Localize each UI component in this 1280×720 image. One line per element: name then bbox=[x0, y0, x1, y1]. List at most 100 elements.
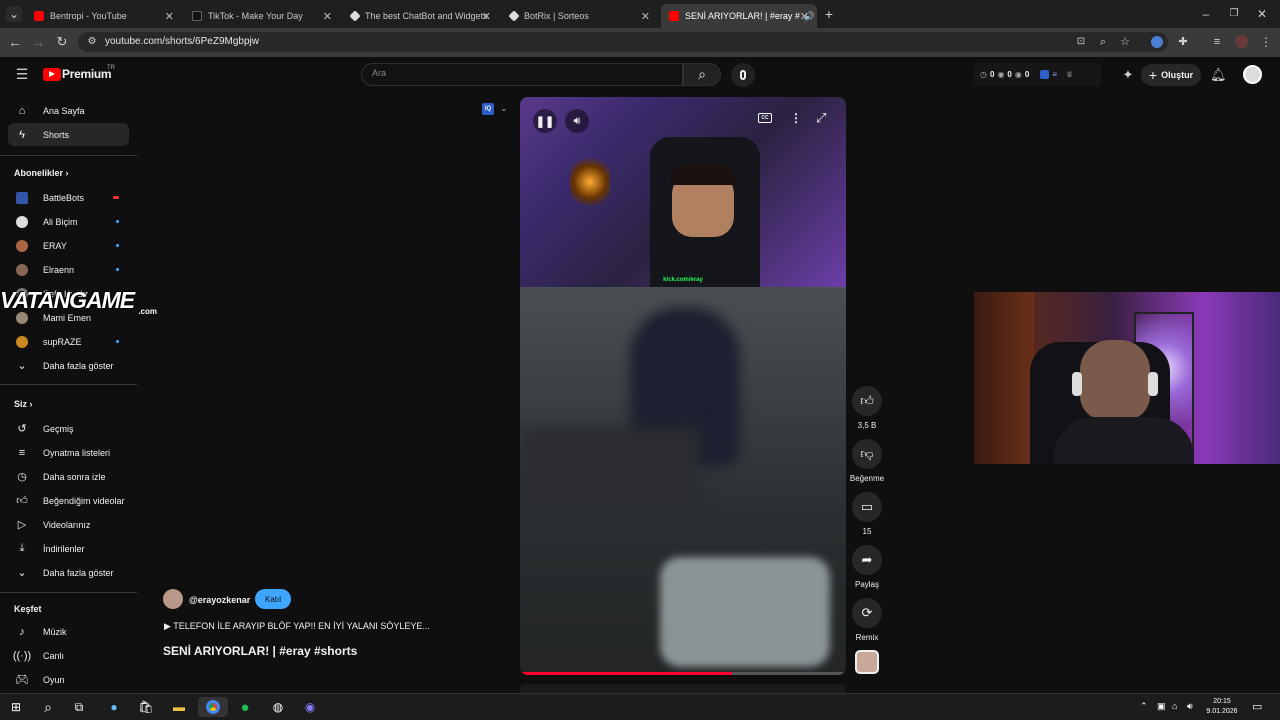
search-button[interactable]: ⌕ bbox=[683, 63, 721, 86]
bookmark-star-icon[interactable]: ☆ bbox=[1117, 34, 1133, 50]
site-info-icon[interactable]: ⚙ bbox=[84, 34, 100, 50]
list-icon[interactable]: ≡ bbox=[1052, 70, 1057, 79]
sidebar-item-music[interactable]: ♪ Müzik bbox=[8, 620, 129, 643]
discord-icon[interactable]: ◉ bbox=[300, 697, 320, 717]
like-action[interactable]: 👍︎ 3,5 B bbox=[842, 386, 892, 430]
close-icon[interactable]: ✕ bbox=[641, 10, 650, 23]
close-icon[interactable]: ✕ bbox=[165, 10, 174, 23]
extensions-puzzle-icon[interactable]: ✚ bbox=[1175, 34, 1191, 50]
microsoft-store-icon[interactable]: 🛍︎ bbox=[136, 697, 156, 717]
sidebar-show-more-you[interactable]: ⌄ Daha fazla göster bbox=[8, 561, 129, 584]
dislike-button[interactable]: 👎︎ bbox=[852, 439, 882, 469]
browser-tab-1[interactable]: Bentropi - YouTube ✕ bbox=[26, 4, 182, 28]
windows-start-icon[interactable]: ⊞ bbox=[6, 697, 26, 717]
shorts-video-player[interactable]: kick.com/eray ❚❚ 🔊︎ CC ⋮ ⤢ bbox=[520, 97, 846, 675]
shorts-remix-icon[interactable]: ✦ bbox=[1120, 67, 1136, 83]
profile-avatar[interactable] bbox=[1235, 35, 1248, 48]
extension-badge-icon[interactable] bbox=[1040, 70, 1050, 79]
notifications-icon[interactable]: ▭ bbox=[1252, 700, 1262, 713]
forward-icon[interactable]: → bbox=[30, 34, 46, 50]
tray-app-icon[interactable]: ▣ bbox=[1157, 701, 1166, 712]
tab-search-icon[interactable]: ⌄ bbox=[6, 6, 22, 22]
chevron-down-icon[interactable]: ⌄ bbox=[500, 103, 508, 114]
browser-menu-icon[interactable]: ⋮ bbox=[1258, 34, 1274, 50]
close-icon[interactable]: ✕ bbox=[482, 10, 491, 23]
progress-track[interactable] bbox=[520, 672, 846, 675]
network-icon[interactable]: ⌂ bbox=[1172, 701, 1177, 711]
task-view-icon[interactable]: ⧉ bbox=[69, 697, 89, 717]
spotify-icon[interactable]: ● bbox=[235, 697, 255, 717]
new-tab-icon[interactable]: + bbox=[821, 6, 837, 22]
comments-action[interactable]: ▭ 15 bbox=[842, 492, 892, 536]
remix-action[interactable]: ⟳ Remix bbox=[842, 598, 892, 642]
menu-hamburger-icon[interactable]: ☰ bbox=[13, 66, 31, 82]
obs-icon[interactable]: ◍ bbox=[268, 697, 288, 717]
next-video-preview[interactable] bbox=[520, 684, 846, 693]
zoom-icon[interactable]: ⌕ bbox=[1095, 34, 1111, 50]
captions-icon[interactable]: CC bbox=[758, 113, 772, 123]
sidebar-item-home[interactable]: ⌂ Ana Sayfa bbox=[8, 99, 129, 122]
sidebar-show-more-subs[interactable]: ⌄ Daha fazla göster bbox=[8, 354, 129, 377]
sidebar-item-downloads[interactable]: ⤓ İndirilenler bbox=[8, 537, 129, 560]
sound-source-thumbnail[interactable] bbox=[855, 650, 879, 674]
search-input[interactable] bbox=[361, 63, 683, 86]
join-button[interactable]: Katıl bbox=[255, 589, 291, 609]
sidebar-item-elraenn[interactable]: Elraenn bbox=[8, 258, 129, 281]
comments-button[interactable]: ▭ bbox=[852, 492, 882, 522]
share-action[interactable]: ➦ Paylaş bbox=[842, 545, 892, 589]
quality-extension-icon[interactable]: IQ bbox=[482, 103, 494, 115]
close-icon[interactable]: ✕ bbox=[800, 10, 809, 23]
browser-tab-4[interactable]: BotRix | Sorteos ✕ bbox=[502, 4, 658, 28]
steam-icon[interactable]: ● bbox=[104, 697, 124, 717]
fullscreen-icon[interactable]: ⤢ bbox=[816, 110, 826, 126]
sidebar-item-your-videos[interactable]: ▷ Videolarınız bbox=[8, 513, 129, 536]
sidebar-item-supraze[interactable]: supRAZE bbox=[8, 330, 129, 353]
trophy-icon[interactable]: ♕ bbox=[1066, 70, 1073, 79]
close-icon[interactable]: ✕ bbox=[323, 10, 332, 23]
subscriptions-heading[interactable]: Abonelikler › bbox=[14, 168, 69, 178]
browser-tab-active[interactable]: SENİ ARIYORLAR! | #eray # 🔊 ✕ bbox=[661, 4, 817, 28]
file-explorer-icon[interactable]: ▬ bbox=[169, 697, 189, 717]
channel-avatar[interactable] bbox=[163, 589, 183, 609]
sidebar-item-playlists[interactable]: ≡ Oynatma listeleri bbox=[8, 441, 129, 464]
reload-icon[interactable]: ↻ bbox=[54, 34, 70, 50]
sidebar-item-watch-later[interactable]: ◷ Daha sonra izle bbox=[8, 465, 129, 488]
more-options-icon[interactable]: ⋮ bbox=[790, 111, 802, 125]
system-clock[interactable]: 20:15 9.01.2026 bbox=[1203, 697, 1241, 717]
sidebar-item-live[interactable]: ((·)) Canlı bbox=[8, 644, 129, 667]
share-button[interactable]: ➦ bbox=[852, 545, 882, 575]
remix-button[interactable]: ⟳ bbox=[852, 598, 882, 628]
browser-tab-3[interactable]: The best ChatBot and Widgets ✕ bbox=[343, 4, 499, 28]
channel-handle[interactable]: @erayozkenar bbox=[189, 595, 250, 605]
sidebar-item-shorts[interactable]: ϟ Shorts bbox=[8, 123, 129, 146]
like-button[interactable]: 👍︎ bbox=[852, 386, 882, 416]
restore-icon[interactable]: ❐ bbox=[1226, 6, 1242, 22]
extension-icon[interactable] bbox=[1151, 36, 1163, 48]
chrome-icon[interactable] bbox=[198, 697, 228, 717]
window-close-icon[interactable]: ✕ bbox=[1254, 6, 1270, 22]
video-description[interactable]: ▶ TELEFON İLE ARAYIP BLÖF YAP!! EN İYİ Y… bbox=[164, 621, 430, 632]
search-icon[interactable]: ⌕ bbox=[38, 697, 58, 717]
create-button[interactable]: + Oluştur bbox=[1141, 64, 1201, 86]
pause-button[interactable]: ❚❚ bbox=[533, 109, 557, 133]
video-title[interactable]: SENİ ARIYORLAR! | #eray #shorts bbox=[163, 644, 357, 658]
install-app-icon[interactable]: ⊡ bbox=[1073, 34, 1089, 50]
sidebar-item-ali-bicim[interactable]: Ali Biçim bbox=[8, 210, 129, 233]
chevron-up-icon[interactable]: ⌃ bbox=[1140, 701, 1148, 712]
sidebar-item-gaming[interactable]: 🎮︎ Oyun bbox=[8, 668, 129, 691]
sidebar-item-eray[interactable]: ERAY bbox=[8, 234, 129, 257]
dislike-action[interactable]: 👎︎ Beğenme bbox=[842, 439, 892, 483]
back-icon[interactable]: ← bbox=[7, 34, 23, 50]
sidebar-item-battlebots[interactable]: BattleBots bbox=[8, 186, 129, 209]
sidebar-item-liked-videos[interactable]: 👍︎ Beğendiğim videolar bbox=[8, 489, 129, 512]
account-avatar[interactable] bbox=[1243, 65, 1262, 84]
browser-tab-2[interactable]: TikTok - Make Your Day ✕ bbox=[184, 4, 340, 28]
notifications-bell-icon[interactable]: 🔔︎ bbox=[1210, 67, 1227, 83]
voice-search-button[interactable] bbox=[731, 63, 755, 87]
minimize-icon[interactable]: – bbox=[1198, 6, 1214, 22]
address-bar[interactable]: youtube.com/shorts/6PeZ9Mgbpjw bbox=[78, 32, 1168, 52]
sidebar-item-history[interactable]: ↺ Geçmiş bbox=[8, 417, 129, 440]
you-heading[interactable]: Siz › bbox=[14, 399, 33, 409]
reading-list-icon[interactable]: ≡ bbox=[1209, 34, 1225, 50]
volume-icon[interactable]: 🔊︎ bbox=[1187, 701, 1193, 712]
